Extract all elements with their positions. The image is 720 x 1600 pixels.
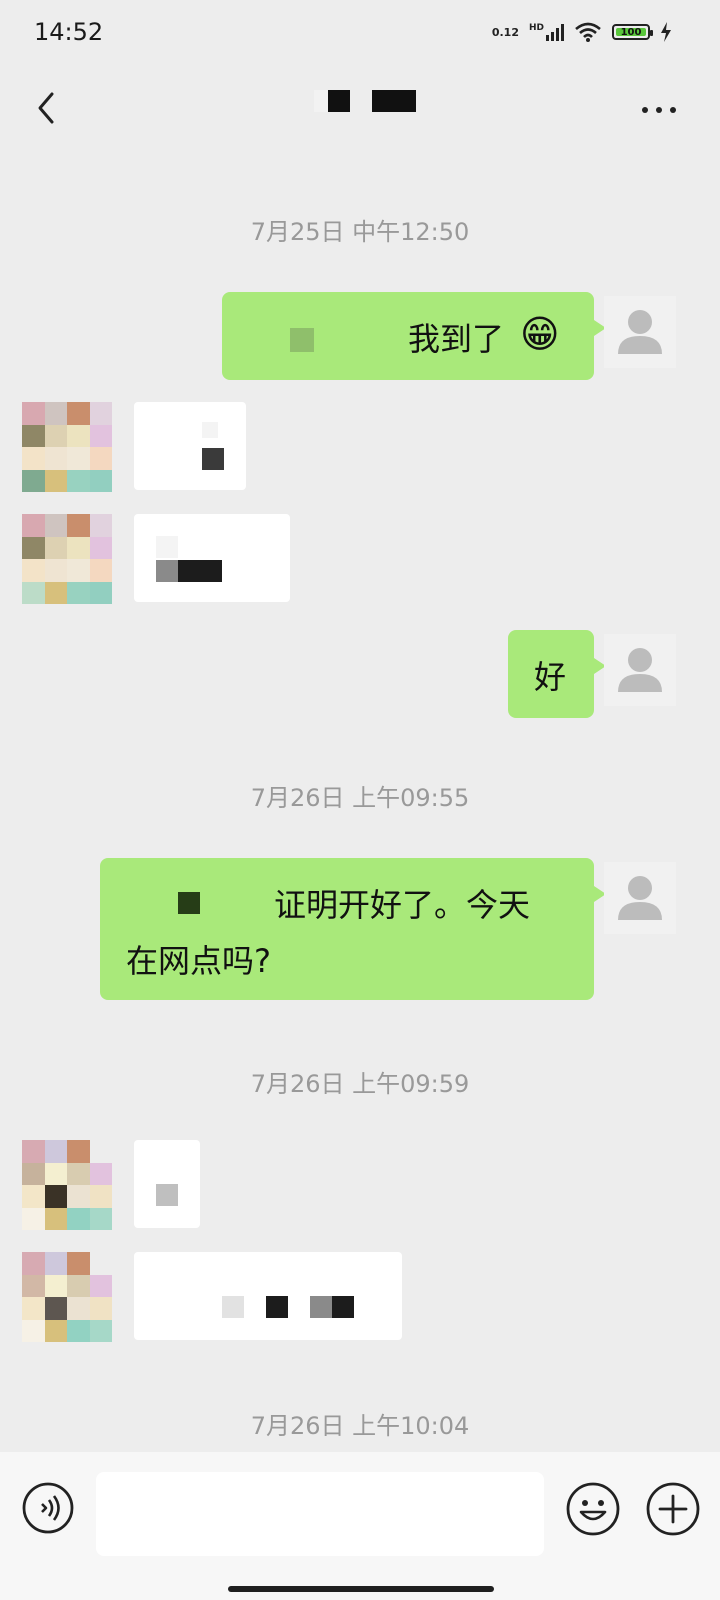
input-bar [0, 1452, 720, 1600]
contact-avatar[interactable] [22, 402, 112, 492]
net-speed: 0.12 [491, 25, 519, 39]
message-text: 证明开好了。今天 [274, 886, 531, 924]
status-icons: 0.12 HD 100 [492, 20, 672, 44]
signal-icon: HD [529, 23, 564, 41]
home-indicator[interactable] [228, 1586, 494, 1592]
my-avatar[interactable] [604, 634, 676, 706]
contact-avatar[interactable] [22, 1140, 112, 1230]
chevron-left-icon[interactable] [30, 88, 66, 128]
message-bubble-outgoing[interactable]: 好 [508, 630, 606, 718]
charging-icon [661, 22, 671, 42]
timestamp: 7月26日 上午09:55 [250, 784, 470, 812]
message-text: 在网点吗? [126, 942, 271, 980]
status-bar: 14:52 0.12 HD 100 [0, 0, 720, 64]
user-silhouette-icon [618, 876, 662, 920]
message-bubble-incoming[interactable] [134, 1140, 200, 1228]
user-silhouette-icon [618, 648, 662, 692]
battery-icon: 100 [612, 24, 653, 40]
plus-icon[interactable] [646, 1482, 700, 1536]
my-avatar[interactable] [604, 862, 676, 934]
chat-title-redacted [314, 88, 424, 118]
status-time: 14:52 [34, 18, 104, 46]
message-bubble-incoming[interactable] [134, 402, 246, 490]
message-bubble-incoming[interactable] [134, 1252, 402, 1340]
emoji-icon[interactable] [566, 1482, 620, 1536]
message-bubble-outgoing[interactable]: 证明开好了。今天 在网点吗? [100, 858, 606, 1000]
contact-avatar[interactable] [22, 514, 112, 604]
wifi-icon [575, 22, 601, 42]
redacted-block [178, 892, 200, 914]
network-type-label: HD [528, 23, 544, 33]
timestamp: 7月26日 上午09:59 [250, 1070, 470, 1098]
message-text: 我到了 [408, 320, 505, 358]
redacted-block [290, 328, 314, 352]
message-bubble-outgoing[interactable]: 我到了 😁 [222, 292, 606, 380]
user-silhouette-icon [618, 310, 662, 354]
more-dots-icon[interactable] [642, 100, 682, 120]
message-bubble-incoming[interactable] [134, 514, 290, 602]
my-avatar[interactable] [604, 296, 676, 368]
timestamp: 7月26日 上午10:04 [250, 1412, 470, 1440]
message-text: 好 [534, 658, 567, 696]
timestamp: 7月25日 中午12:50 [250, 218, 470, 246]
grinning-emoji-icon: 😁 [520, 312, 560, 356]
contact-avatar[interactable] [22, 1252, 112, 1342]
voice-icon[interactable] [22, 1482, 74, 1534]
message-input[interactable] [96, 1472, 544, 1556]
chat-header [0, 64, 720, 154]
